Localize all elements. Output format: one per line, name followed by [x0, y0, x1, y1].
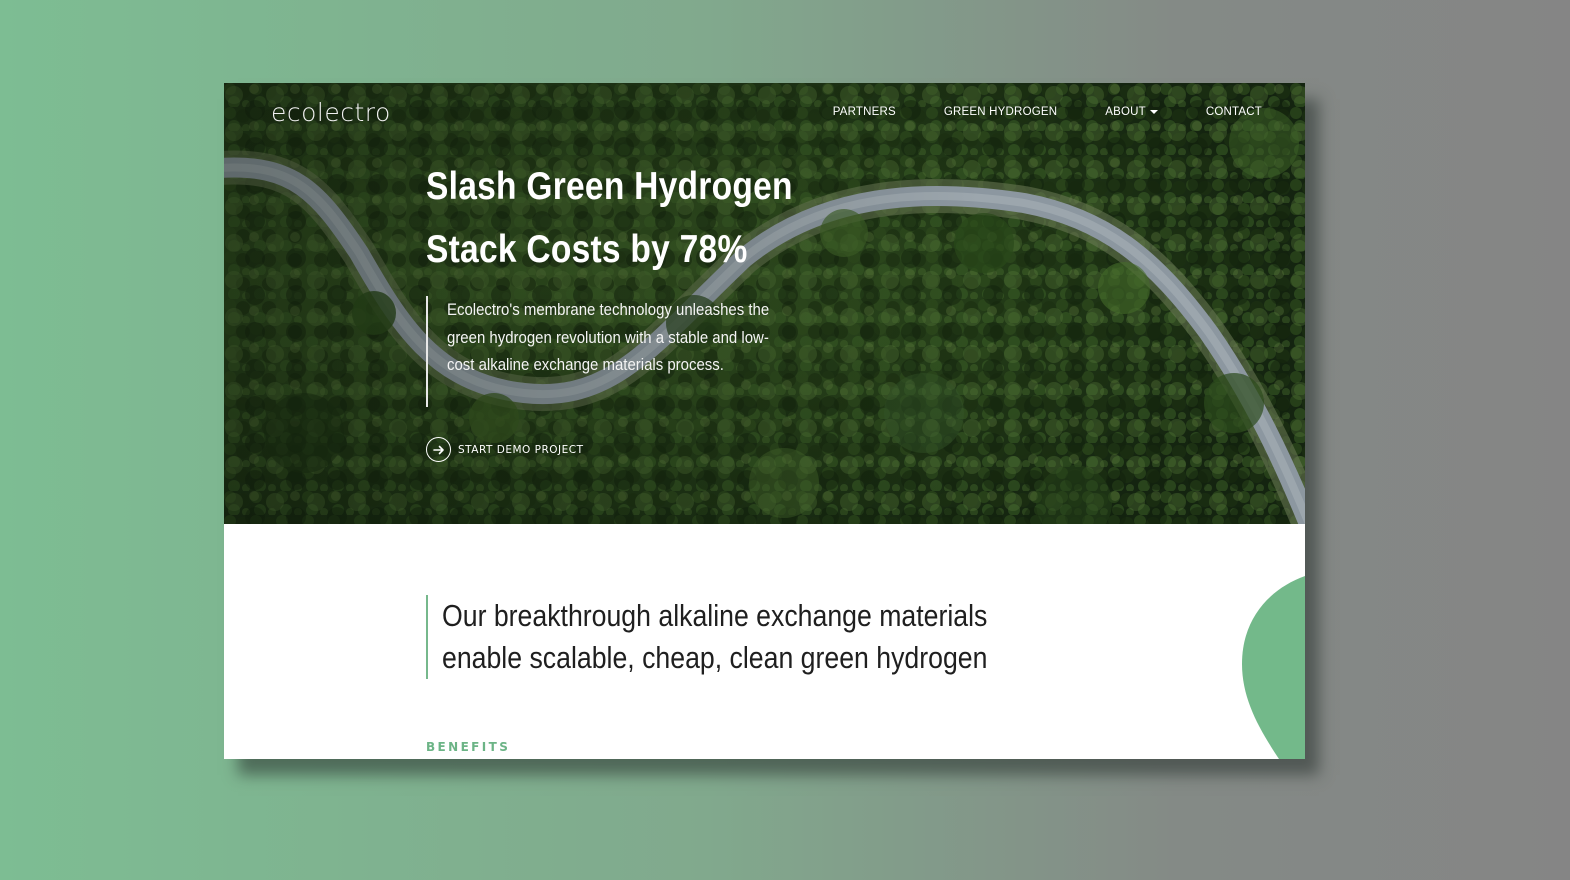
hero-intro-block: Ecolectro's membrane technology unleashe… — [426, 296, 817, 407]
nav-item-contact[interactable]: CONTACT — [1206, 106, 1262, 118]
nav-item-partners[interactable]: PARTNERS — [833, 106, 896, 118]
start-demo-project-label: START DEMO PROJECT — [458, 443, 584, 456]
value-statement-text: Our breakthrough alkaline exchange mater… — [442, 595, 992, 679]
nav-label-about: ABOUT — [1105, 106, 1146, 118]
value-statement: Our breakthrough alkaline exchange mater… — [426, 595, 1082, 679]
benefits-section-label: BENEFITS — [426, 740, 511, 754]
nav-item-green-hydrogen[interactable]: GREEN HYDROGEN — [944, 106, 1057, 118]
main-navigation: PARTNERS GREEN HYDROGEN ABOUT CONTACT — [833, 106, 1262, 118]
ecolectro-logo[interactable]: ecolectro — [271, 98, 391, 127]
start-demo-project-button[interactable]: START DEMO PROJECT — [426, 437, 583, 462]
intro-statement-section: Our breakthrough alkaline exchange mater… — [224, 524, 1305, 759]
caret-down-icon — [1149, 110, 1158, 114]
value-statement-line-2: enable scalable, cheap, clean green hydr… — [442, 640, 988, 675]
nav-label-partners: PARTNERS — [832, 106, 896, 118]
arrow-right-icon — [426, 437, 451, 462]
nav-label-green-hydrogen: GREEN HYDROGEN — [943, 106, 1058, 118]
hero-headline: Slash Green Hydrogen Stack Costs by 78% — [426, 155, 822, 281]
value-statement-line-1: Our breakthrough alkaline exchange mater… — [442, 598, 988, 633]
website-screenshot-frame: ecolectro PARTNERS GREEN HYDROGEN ABOUT … — [224, 83, 1305, 759]
hero-headline-line-2: Stack Costs by 78% — [426, 228, 748, 271]
hero-intro-text: Ecolectro's membrane technology unleashe… — [447, 300, 770, 375]
hero-headline-line-1: Slash Green Hydrogen — [426, 165, 793, 208]
hero-section: ecolectro PARTNERS GREEN HYDROGEN ABOUT … — [224, 83, 1305, 524]
nav-item-about[interactable]: ABOUT — [1105, 106, 1158, 118]
nav-label-contact: CONTACT — [1205, 106, 1262, 118]
